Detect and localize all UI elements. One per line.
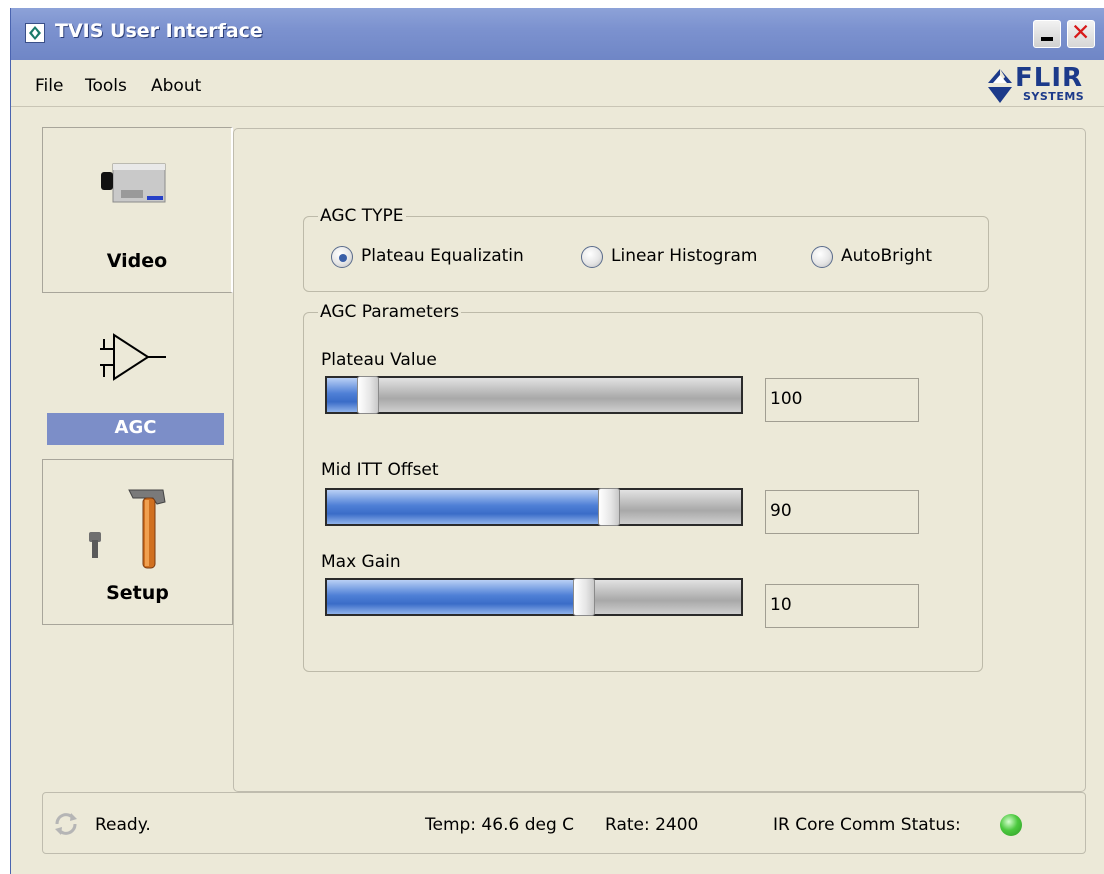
flir-logo: FLIR SYSTEMS <box>983 63 1104 107</box>
plateau-value-label: Plateau Value <box>321 350 437 370</box>
radio-circle <box>581 246 603 268</box>
plateau-value-slider[interactable] <box>325 376 743 414</box>
radio-autobright-label: AutoBright <box>841 246 933 266</box>
tab-setup-label: Setup <box>106 582 169 604</box>
radio-circle <box>331 246 353 268</box>
menu-about[interactable]: About <box>151 76 201 96</box>
app-icon <box>25 23 45 43</box>
tab-agc[interactable]: AGC <box>42 293 233 459</box>
status-rate: Rate: 2400 <box>605 815 699 835</box>
amplifier-icon <box>100 333 166 381</box>
tab-video-label: Video <box>106 250 168 272</box>
minimize-button[interactable] <box>1033 20 1061 48</box>
radio-circle <box>811 246 833 268</box>
menu-file[interactable]: File <box>35 76 63 96</box>
radio-dot <box>339 254 347 262</box>
slider-thumb[interactable] <box>573 578 595 616</box>
max-gain-text: 10 <box>770 595 792 615</box>
max-gain-field[interactable]: 10 <box>765 584 919 628</box>
menu-tools[interactable]: Tools <box>85 76 127 96</box>
title-bar[interactable]: TVIS User Interface ✕ <box>11 8 1104 60</box>
slider-fill <box>327 490 609 524</box>
logo-sub: SYSTEMS <box>1023 90 1085 103</box>
app-window: TVIS User Interface ✕ File Tools About F… <box>10 8 1104 874</box>
tab-video[interactable]: Video <box>42 127 233 293</box>
flir-logo-mark <box>988 69 1012 103</box>
mid-itt-offset-text: 90 <box>770 501 792 521</box>
status-comm-label: IR Core Comm Status: <box>773 815 961 835</box>
radio-plateau-label: Plateau Equalizatin <box>361 246 524 266</box>
agc-type-legend: AGC TYPE <box>320 206 404 226</box>
tab-agc-label: AGC <box>114 417 157 438</box>
max-gain-slider[interactable] <box>325 578 743 616</box>
mid-itt-offset-label: Mid ITT Offset <box>321 460 439 480</box>
plateau-value-field[interactable]: 100 <box>765 378 919 422</box>
close-button[interactable]: ✕ <box>1067 20 1095 48</box>
status-bar: Ready. Temp: 46.6 deg C Rate: 2400 IR Co… <box>42 792 1086 854</box>
close-icon: ✕ <box>1071 20 1091 46</box>
slider-thumb[interactable] <box>357 376 379 414</box>
radio-linear-label: Linear Histogram <box>611 246 758 266</box>
slider-thumb[interactable] <box>598 488 620 526</box>
logo-brand: FLIR <box>1015 63 1084 93</box>
mid-itt-offset-field[interactable]: 90 <box>765 490 919 534</box>
refresh-icon <box>55 813 77 835</box>
menu-bar: File Tools About <box>11 60 1104 107</box>
window-title: TVIS User Interface <box>55 20 263 42</box>
comm-status-indicator <box>1000 814 1022 836</box>
tab-agc-highlight: AGC <box>47 413 224 445</box>
hammer-icon <box>89 489 166 569</box>
mid-itt-offset-slider[interactable] <box>325 488 743 526</box>
plateau-value-text: 100 <box>770 389 803 409</box>
status-temp: Temp: 46.6 deg C <box>425 815 575 835</box>
max-gain-label: Max Gain <box>321 552 401 572</box>
video-camera-icon <box>101 163 166 203</box>
agc-parameters-legend: AGC Parameters <box>320 302 460 322</box>
slider-fill <box>327 580 584 614</box>
tab-setup[interactable]: Setup <box>42 459 233 625</box>
status-ready: Ready. <box>95 815 151 835</box>
